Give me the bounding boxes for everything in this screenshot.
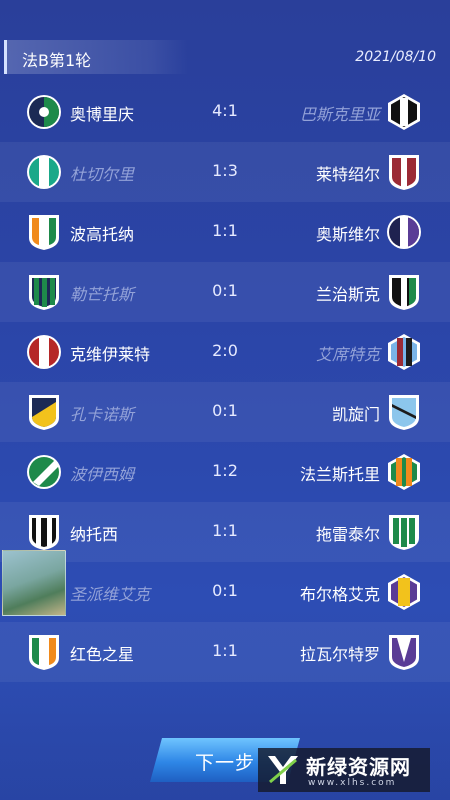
crest-navy-yellow-icon	[25, 392, 63, 432]
watermark-url: www.xlhs.com	[308, 778, 397, 788]
crest-orange-white-green-icon	[25, 212, 63, 252]
match-row: 纳托西 1:1 拖雷泰尔	[0, 502, 450, 562]
crest-green-navy-stripes-icon	[25, 272, 63, 312]
crest-skyblue-white-icon	[385, 392, 423, 432]
home-team-name: 纳托西	[70, 525, 119, 544]
match-score: 1:1	[212, 521, 238, 540]
match-score: 1:3	[212, 161, 238, 180]
match-row: 杜切尔里 1:3 莱特绍尔	[0, 142, 450, 202]
match-row: 勒芒托斯 0:1 兰治斯克	[0, 262, 450, 322]
overlay-thumbnail-image	[2, 550, 66, 616]
match-score: 0:1	[212, 401, 238, 420]
away-team-name: 莱特绍尔	[315, 165, 380, 184]
away-team-name: 拖雷泰尔	[315, 525, 380, 544]
match-score: 0:1	[212, 281, 238, 300]
match-score: 4:1	[212, 101, 238, 120]
match-score: 1:1	[212, 641, 238, 660]
home-team-name: 杜切尔里	[70, 165, 135, 184]
match-row: 孔卡诺斯 0:1 凯旋门	[0, 382, 450, 442]
match-score: 0:1	[212, 581, 238, 600]
watermark-text: 新绿资源网	[306, 755, 411, 779]
crest-skyblue-red-icon	[385, 332, 423, 372]
crest-black-white-green-icon	[385, 272, 423, 312]
home-team-name: 波伊西姆	[70, 465, 135, 484]
crest-black-white-icon	[385, 92, 423, 132]
crest-green-white-orange-icon	[25, 632, 63, 672]
home-team-name: 圣派维艾克	[70, 585, 151, 604]
match-score: 1:2	[212, 461, 238, 480]
crest-purple-white-icon	[385, 632, 423, 672]
crest-green-white-stripes-icon	[385, 512, 423, 552]
away-team-name: 法兰斯托里	[299, 465, 380, 484]
match-row: 克维伊莱特 2:0 艾席特克	[0, 322, 450, 382]
crest-orange-green-icon	[385, 452, 423, 492]
match-row: 奥博里庆 4:1 巴斯克里亚	[0, 82, 450, 142]
match-score: 1:1	[212, 221, 238, 240]
home-team-name: 勒芒托斯	[70, 285, 135, 304]
home-team-name: 克维伊莱特	[70, 345, 151, 364]
watermark-logo-icon	[268, 756, 298, 784]
match-row: 波伊西姆 1:2 法兰斯托里	[0, 442, 450, 502]
away-team-name: 兰治斯克	[315, 285, 380, 304]
home-team-name: 孔卡诺斯	[70, 405, 135, 424]
crest-red-white-icon	[385, 152, 423, 192]
away-team-name: 凯旋门	[331, 405, 380, 424]
match-list: 奥博里庆 4:1 巴斯克里亚 杜切尔里 1:3 莱特绍尔 波高托纳 1:1 奥斯…	[0, 82, 450, 682]
home-team-name: 奥博里庆	[70, 105, 135, 124]
crest-purple-white-icon	[385, 212, 423, 252]
match-row: 波高托纳 1:1 奥斯维尔	[0, 202, 450, 262]
match-row: 红色之星 1:1 拉瓦尔特罗	[0, 622, 450, 682]
round-header: 法B第1轮 2021/08/10	[0, 38, 450, 78]
round-title: 法B第1轮	[22, 51, 92, 70]
crest-yellow-purple-icon	[385, 572, 423, 612]
home-team-name: 波高托纳	[70, 225, 135, 244]
crest-black-white-stripes-icon	[25, 512, 63, 552]
away-team-name: 巴斯克里亚	[299, 105, 380, 124]
crest-green-white-icon	[25, 452, 63, 492]
away-team-name: 布尔格艾克	[299, 585, 380, 604]
watermark: 新绿资源网 www.xlhs.com	[258, 748, 430, 792]
round-date: 2021/08/10	[355, 49, 436, 65]
home-team-name: 红色之星	[70, 645, 135, 664]
match-score: 2:0	[212, 341, 238, 360]
crest-green-navy-icon	[25, 92, 63, 132]
crest-red-white-icon	[25, 332, 63, 372]
match-row: 圣派维艾克 0:1 布尔格艾克	[0, 562, 450, 622]
crest-teal-white-icon	[25, 152, 63, 192]
away-team-name: 艾席特克	[315, 345, 380, 364]
away-team-name: 奥斯维尔	[315, 225, 380, 244]
away-team-name: 拉瓦尔特罗	[299, 645, 380, 664]
